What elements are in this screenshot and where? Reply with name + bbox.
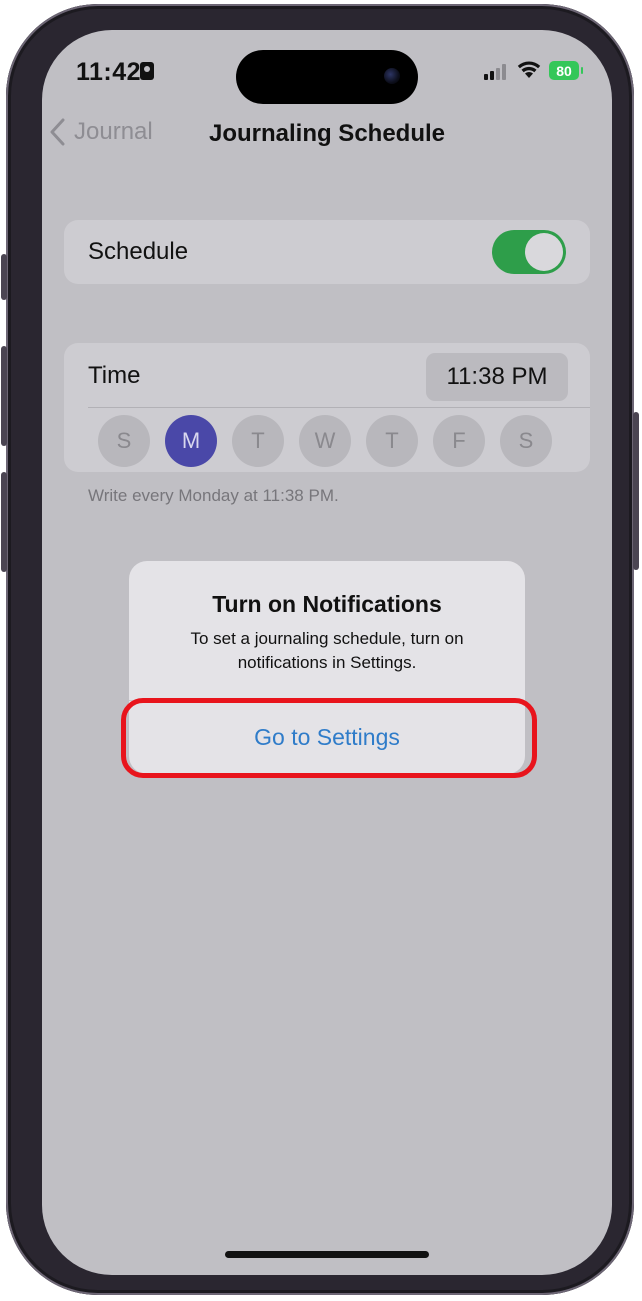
alert-title: Turn on Notifications (212, 591, 442, 617)
battery-indicator: 80 (549, 61, 583, 80)
highlight-annotation (121, 698, 537, 778)
schedule-card: Schedule (64, 220, 590, 284)
schedule-label: Schedule (88, 238, 189, 265)
day-tuesday[interactable]: T (232, 415, 284, 467)
dynamic-island (236, 50, 418, 104)
schedule-summary: Write every Monday at 11:38 PM. (88, 486, 339, 505)
screen: 11:42 80 Journal Journaling Schedule Sch… (42, 30, 612, 1275)
time-picker[interactable]: 11:38 PM (426, 353, 568, 401)
day-wednesday[interactable]: W (299, 415, 351, 467)
volume-down-button (1, 472, 7, 572)
page-title: Journaling Schedule (208, 120, 446, 147)
day-friday[interactable]: F (433, 415, 485, 467)
time-card: Time 11:38 PM S M T W T F S (64, 343, 590, 472)
cellular-signal-icon (484, 64, 510, 80)
alert-message: To set a journaling schedule, turn on no… (190, 629, 464, 672)
schedule-toggle[interactable] (492, 230, 566, 274)
contact-card-icon (140, 62, 154, 80)
camera-icon (384, 68, 400, 84)
day-sunday[interactable]: S (98, 415, 150, 467)
power-button (633, 412, 639, 570)
day-monday[interactable]: M (165, 415, 217, 467)
day-thursday[interactable]: T (366, 415, 418, 467)
divider (88, 407, 590, 408)
status-time: 11:42 (76, 58, 142, 86)
time-label: Time (88, 362, 141, 389)
volume-up-button (1, 346, 7, 446)
wifi-icon (517, 61, 541, 78)
phone-frame: 11:42 80 Journal Journaling Schedule Sch… (1, 4, 639, 1295)
toggle-knob (525, 233, 563, 271)
day-saturday[interactable]: S (500, 415, 552, 467)
home-indicator[interactable] (225, 1251, 429, 1258)
action-button (1, 254, 7, 300)
